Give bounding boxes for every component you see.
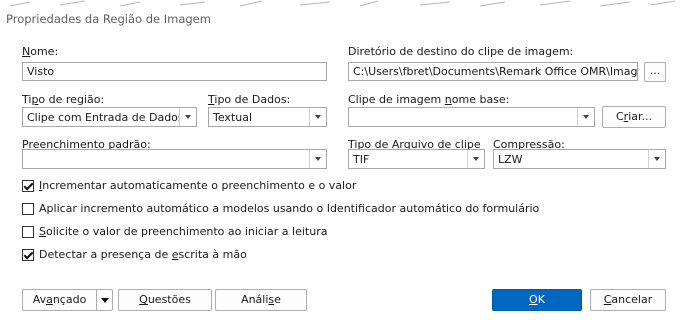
avancado-dropdown[interactable] bbox=[97, 290, 113, 310]
chevron-down-icon[interactable] bbox=[309, 150, 326, 168]
title-bar: Propriedades da Região de Imagem bbox=[0, 0, 683, 36]
clipe-nome-base-label: Clipe de imagem nome base: bbox=[348, 93, 510, 106]
tipo-regiao-label: Tipo de região: bbox=[22, 93, 105, 106]
solicite-label[interactable]: Solicite o valor de preenchimento ao ini… bbox=[39, 225, 327, 238]
incrementar-checkbox[interactable] bbox=[22, 180, 34, 192]
aplicar-incremento-label[interactable]: Aplicar incremento automático a modelos … bbox=[39, 202, 539, 215]
cancelar-button[interactable]: Cancelar bbox=[590, 289, 666, 311]
chevron-down-icon[interactable] bbox=[648, 150, 665, 168]
aplicar-incremento-checkbox[interactable] bbox=[22, 203, 34, 215]
chevron-down-icon[interactable] bbox=[179, 108, 196, 126]
window-title: Propriedades da Região de Imagem bbox=[6, 12, 211, 26]
browse-directory-button[interactable]: ... bbox=[644, 62, 666, 82]
tipo-dados-label: Tipo de Dados: bbox=[208, 93, 291, 106]
detectar-escrita-label[interactable]: Detectar a presença de escrita à mão bbox=[39, 248, 247, 261]
avancado-button[interactable]: Avançado bbox=[23, 290, 96, 310]
tipo-dados-value: Textual bbox=[213, 111, 253, 124]
diretorio-input[interactable]: C:\Users\fbret\Documents\Remark Office O… bbox=[348, 62, 638, 81]
image-region-properties-dialog: Propriedades da Região de Imagem Nome: V… bbox=[0, 0, 683, 320]
nome-label: Nome: bbox=[22, 45, 59, 58]
preenchimento-select[interactable] bbox=[22, 149, 327, 169]
analise-button[interactable]: Análise bbox=[215, 289, 307, 311]
handwriting-scan-strip bbox=[9, 0, 676, 7]
tipo-regiao-value: Clipe com Entrada de Dados bbox=[27, 111, 184, 124]
criar-button[interactable]: Criar... bbox=[602, 106, 666, 128]
chevron-down-icon[interactable] bbox=[309, 108, 326, 126]
chevron-down-icon[interactable] bbox=[577, 108, 594, 126]
diretorio-label: Diretório de destino do clipe de imagem: bbox=[348, 45, 574, 58]
tipo-regiao-select[interactable]: Clipe com Entrada de Dados bbox=[22, 107, 197, 127]
avancado-split-button[interactable]: Avançado bbox=[22, 289, 113, 311]
incrementar-label[interactable]: Incrementar automaticamente o preenchime… bbox=[39, 179, 356, 192]
compressao-select[interactable]: LZW bbox=[493, 149, 666, 169]
chevron-down-icon[interactable] bbox=[467, 150, 484, 168]
ok-button[interactable]: OK bbox=[492, 289, 582, 311]
nome-input[interactable]: Visto bbox=[22, 62, 327, 81]
caret-down-icon bbox=[101, 298, 109, 303]
detectar-escrita-checkbox[interactable] bbox=[22, 249, 34, 261]
tipo-arquivo-select[interactable]: TIF bbox=[348, 149, 485, 169]
questoes-button[interactable]: Questões bbox=[118, 289, 212, 311]
clipe-nome-base-select[interactable] bbox=[348, 107, 595, 127]
solicite-checkbox[interactable] bbox=[22, 226, 34, 238]
tipo-arquivo-value: TIF bbox=[353, 153, 370, 166]
tipo-dados-select[interactable]: Textual bbox=[208, 107, 327, 127]
compressao-value: LZW bbox=[498, 153, 523, 166]
